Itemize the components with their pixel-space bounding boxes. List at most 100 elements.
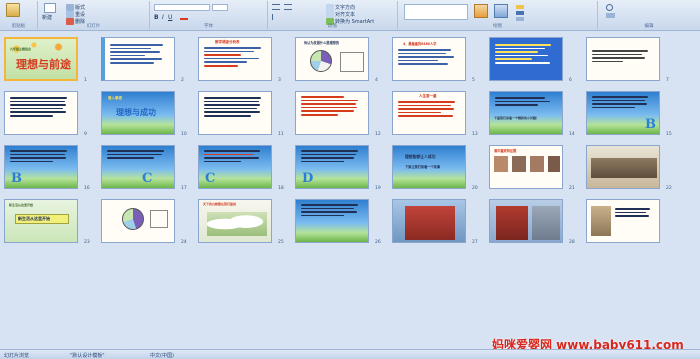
text-direction-button[interactable]: 文字方向 [326,4,355,11]
new-slide-button[interactable]: 新建 [42,14,52,21]
ribbon-group-editing: 编辑 [598,1,700,29]
chart-legend [340,52,364,72]
slide-number: 5 [472,78,475,83]
slide-thumbnail[interactable] [489,37,563,81]
slide-thumbnail[interactable]: C [198,145,272,189]
slide-number: 17 [181,186,187,191]
slide-number: 3 [278,78,281,83]
slide-thumbnail[interactable] [101,199,175,243]
layout-button[interactable]: 版式 [66,4,85,11]
find-icon[interactable] [606,4,613,11]
font-name-combo[interactable] [154,4,210,11]
slide-thumbnail[interactable] [295,91,369,135]
align-left-icon[interactable] [272,14,280,20]
font-color-icon[interactable] [180,15,188,20]
slide-number: 21 [569,186,575,191]
status-view: 幻灯片浏览 [4,353,30,359]
slide-text: 下面让我们来看一个故事 [405,165,441,169]
ribbon-group-label: 段落 [328,24,337,29]
slide-thumbnail[interactable]: B [586,91,660,135]
layout-icon [66,4,74,11]
slide-number: 10 [181,132,187,137]
numbering-icon[interactable] [284,4,292,10]
slide-thumbnail[interactable]: D [295,145,369,189]
slide-number: 24 [181,240,187,245]
slide-thumbnail[interactable]: 人生第一重 [392,91,466,135]
chart-legend [150,210,168,228]
slide-title: 理想与前途 [16,58,71,71]
slide-subtitle: 九年级主题班会 [10,47,32,51]
slide-thumbnail[interactable] [586,199,660,243]
ribbon-group-label: 绘图 [493,24,502,29]
ribbon-group-font: B I U 字体 [150,1,268,29]
slide-number: 1 [84,78,87,83]
slide-thumbnail[interactable] [295,199,369,243]
slide-number: 6 [569,78,572,83]
photo-image [591,206,611,236]
status-theme: "默认设计模板" [70,353,105,359]
slide-subtitle: 新生活从这里开始 [9,203,34,207]
status-language: 中文(中国) [150,353,174,359]
slide-sorter-view: 九年级主题班会 理想与前途 1 2 数学调查分析表 3 你认为发展什么是理想的 … [0,31,700,349]
answer-letter: C [205,171,216,186]
italic-button[interactable]: I [162,14,164,21]
slide-thumbnail[interactable] [586,145,660,189]
slide-title: 理想能够让人成功 [405,154,436,159]
align-text-icon [326,11,334,18]
bold-button[interactable]: B [154,14,159,21]
ribbon-group-label: 字体 [204,24,213,29]
slide-thumbnail[interactable]: 普入事迹 理想与成功 [101,91,175,135]
shape-fill-icon[interactable] [516,5,524,9]
slide-number: 9 [84,132,87,137]
slide-thumbnail[interactable]: B [4,145,78,189]
slide-number: 14 [569,132,575,137]
answer-letter: D [302,171,314,186]
arrange-icon[interactable] [474,4,488,18]
slide-thumbnail[interactable] [392,199,466,243]
photo-image [530,156,544,172]
shapes-gallery[interactable] [404,4,468,20]
quick-styles-icon[interactable] [494,4,508,18]
building-photo [496,206,528,240]
slide-thumbnail[interactable]: 理想能够让人成功 下面让我们来看一个故事 [392,145,466,189]
new-slide-icon[interactable] [44,3,56,13]
slide-thumbnail[interactable] [198,91,272,135]
font-size-combo[interactable] [212,4,228,11]
slide-thumbnail[interactable] [4,91,78,135]
slide-thumbnail[interactable]: 数学调查分析表 [198,37,272,81]
building-photo [532,206,560,240]
flowers-photo [207,212,267,236]
answer-letter: B [11,171,22,186]
slide-number: 25 [278,240,284,245]
slide-title: 天下的山峰都在我们面前 [203,202,237,206]
slide-thumbnail[interactable]: 4、最看重的6480人学 [392,37,466,81]
slide-number: 22 [666,186,672,191]
pie-chart-icon [122,208,144,230]
slide-title: 4、最看重的6480人学 [403,42,437,46]
bullets-icon[interactable] [272,4,280,10]
ribbon-group-paragraph: 文字方向 对齐文本 转换为 SmartArt 段落 [268,1,398,29]
slide-thumbnail[interactable] [489,199,563,243]
slide-thumbnail[interactable]: 九年级主题班会 理想与前途 [4,37,78,81]
replace-icon[interactable] [606,13,615,18]
slide-thumbnail[interactable]: 你认为发展什么是理想的 [295,37,369,81]
reset-button[interactable]: 重设 [66,11,85,18]
slide-thumbnail[interactable] [101,37,175,81]
slide-number: 15 [666,132,672,137]
slide-thumbnail[interactable]: 新生活从这里开始 新生活从这里开始 [4,199,78,243]
align-text-button[interactable]: 对齐文本 [326,11,355,18]
shape-effects-icon[interactable] [516,17,524,21]
underline-button[interactable]: U [168,14,172,21]
slide-thumbnail[interactable]: 下面我们来看一个精彩的小问题！ [489,91,563,135]
pie-chart-icon [310,50,332,72]
slide-thumbnail[interactable] [586,37,660,81]
slide-number: 19 [375,186,381,191]
slide-thumbnail[interactable]: C [101,145,175,189]
slide-number: 18 [278,186,284,191]
ribbon-toolbar: 剪贴板 新建 版式 重设 删除 幻灯片 B I U 字体 文字方向 对齐文本 转… [0,0,700,31]
shape-outline-icon[interactable] [516,11,524,15]
slide-thumbnail[interactable]: 清华嘉宾特征题 [489,145,563,189]
slide-thumbnail[interactable]: 天下的山峰都在我们面前 [198,199,272,243]
slide-title: 数学调查分析表 [215,40,240,44]
paste-icon[interactable] [6,3,20,17]
